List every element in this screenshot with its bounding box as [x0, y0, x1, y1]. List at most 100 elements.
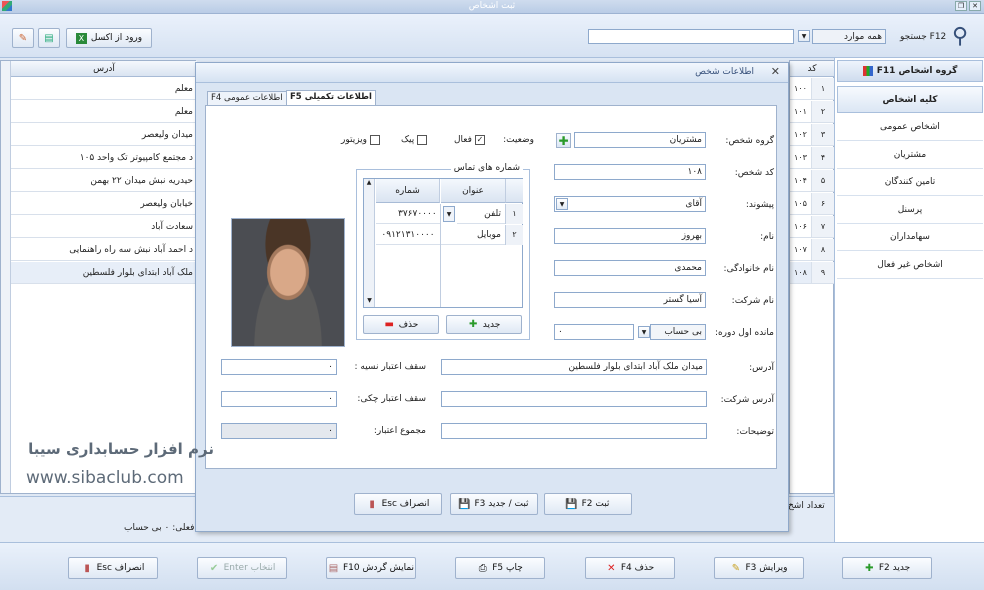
exit-button[interactable]: انصراف Esc ▮: [68, 557, 158, 579]
phone-title-header[interactable]: عنوان: [441, 179, 505, 203]
phone-number-cell[interactable]: ۳۷۶۷۰۰۰۰: [376, 204, 440, 224]
peak-checkbox[interactable]: پیک: [401, 135, 428, 145]
table-row-selected[interactable]: ملک آباد ابتدای بلوار فلسطین: [11, 262, 197, 284]
tab-extra[interactable]: اطلاعات تکمیلی F5: [286, 90, 376, 105]
phone-number-header[interactable]: شماره: [376, 179, 440, 203]
code-field[interactable]: ۱۰۸: [554, 164, 706, 180]
table-row[interactable]: ۱۰۴ ۵: [790, 170, 834, 192]
table-row[interactable]: ۱۰۷ ۸: [790, 239, 834, 261]
table-row[interactable]: معلم: [11, 101, 197, 123]
check-credit-field[interactable]: ۰: [221, 391, 337, 407]
maximize-button[interactable]: ❐: [955, 1, 967, 11]
add-phone-button[interactable]: جدید ✚: [446, 315, 522, 334]
company-address-label: آدرس شرکت:: [720, 395, 774, 405]
group-item-shareholders[interactable]: سهامداران: [837, 224, 983, 251]
edit-person-button[interactable]: ویرایش F3 ✎: [714, 557, 804, 579]
watermark-url: www.sibaclub.com: [26, 468, 184, 488]
add-phone-label: جدید: [482, 319, 501, 330]
group-item-inactive[interactable]: اشخاص غیر فعال: [837, 252, 983, 279]
delete-phone-button[interactable]: حذف ▬: [363, 315, 439, 334]
active-label: فعال: [454, 135, 472, 145]
address-field[interactable]: میدان ملک آباد ابتدای بلوار فلسطین: [441, 359, 707, 375]
company-address-field[interactable]: [441, 391, 707, 407]
table-row[interactable]: د مجتمع کامپیوتر تک واحد ۱۰۵: [11, 147, 197, 169]
table-row[interactable]: ۱۰۲ ۳: [790, 124, 834, 146]
dialog-close-icon[interactable]: ✕: [771, 65, 780, 78]
cancel-button[interactable]: انصراف Esc ▮: [354, 493, 442, 515]
phone-number-cell[interactable]: ۰۹۱۲۱۳۱۰۰۰۰: [376, 225, 440, 245]
visitor-checkbox[interactable]: ویزیتور: [341, 135, 381, 145]
table-row[interactable]: سعادت آباد: [11, 216, 197, 238]
code-column-header[interactable]: کد: [790, 61, 834, 77]
phone-title-cell[interactable]: تلفن: [457, 204, 505, 224]
search-label: جستجو F12: [900, 32, 947, 42]
grid-scrollbar[interactable]: [1, 61, 11, 493]
group-label: گروه شخص:: [725, 136, 774, 146]
delete-x-icon: ✕: [607, 562, 616, 574]
search-icon[interactable]: ⚲: [952, 24, 968, 49]
balance-type-select[interactable]: بی حساب: [650, 324, 706, 340]
settings-tool-button[interactable]: ✎: [12, 28, 34, 48]
prefix-select[interactable]: آقای: [554, 196, 706, 212]
close-button[interactable]: ✕: [969, 1, 981, 11]
cancel-label: انصراف Esc: [381, 499, 430, 509]
balance-type-dropdown-arrow[interactable]: ▼: [638, 326, 650, 338]
active-checkbox[interactable]: ✓ فعال: [454, 135, 485, 145]
visitor-label: ویزیتور: [341, 135, 368, 145]
card-tool-button[interactable]: ▤: [38, 28, 60, 48]
group-item-all[interactable]: کلیه اشخاص: [837, 86, 983, 113]
top-toolbar: ✎ ▤ ورود از اکسل X ▼ همه موارد جستجو F12…: [0, 14, 984, 58]
group-field[interactable]: مشتریان: [574, 132, 706, 148]
table-row[interactable]: ۱۰۱ ۲: [790, 101, 834, 123]
notes-field[interactable]: [441, 423, 707, 439]
show-turnover-button[interactable]: نمایش گردش F10 ▤: [326, 557, 416, 579]
table-row[interactable]: ۱۰۳ ۴: [790, 147, 834, 169]
family-field[interactable]: محمدی: [554, 260, 706, 276]
group-item-suppliers[interactable]: تامین کنندگان: [837, 169, 983, 196]
table-row[interactable]: ۱۰۵ ۶: [790, 193, 834, 215]
person-groups-header[interactable]: گروه اشخاص F11: [837, 60, 983, 82]
group-item-staff[interactable]: پرسنل: [837, 197, 983, 224]
check-credit-label: سقف اعتبار چکی:: [357, 394, 426, 404]
filter-select[interactable]: همه موارد: [812, 29, 886, 44]
add-group-icon[interactable]: ✚: [556, 133, 571, 148]
select-button[interactable]: انتخاب Enter ✔: [197, 557, 287, 579]
table-row[interactable]: معلم: [11, 78, 197, 100]
name-field[interactable]: بهروز: [554, 228, 706, 244]
group-item-customers[interactable]: مشتریان: [837, 142, 983, 169]
prefix-dropdown-arrow[interactable]: ▼: [556, 198, 568, 210]
table-row-selected[interactable]: ۱۰۸ ۹: [790, 262, 834, 284]
table-row[interactable]: حیدریه نبش میدان ۲۲ بهمن: [11, 170, 197, 192]
code-cell: ۱۰۳: [790, 147, 812, 168]
print-button[interactable]: چاپ F5 ⎙: [455, 557, 545, 579]
company-field[interactable]: آسیا گستر: [554, 292, 706, 308]
save-button[interactable]: ثبت F2 💾: [544, 493, 632, 515]
person-photo[interactable]: [231, 218, 345, 347]
delete-person-button[interactable]: حذف F4 ✕: [585, 557, 675, 579]
save-new-button[interactable]: ثبت / جدید F3 💾: [450, 493, 538, 515]
save-new-icon: 💾: [458, 498, 471, 510]
new-person-button[interactable]: جدید F2 ✚: [842, 557, 932, 579]
person-groups-title: گروه اشخاص F11: [876, 66, 958, 76]
phone-type-dropdown-arrow[interactable]: ▼: [443, 206, 455, 222]
exit-door-icon: ▮: [84, 562, 90, 574]
opening-balance-label: مانده اول دوره:: [714, 328, 774, 338]
phones-scrollbar[interactable]: ▲: [364, 179, 375, 307]
table-row[interactable]: میدان ولیعصر: [11, 124, 197, 146]
table-row[interactable]: خیابان ولیعصر: [11, 193, 197, 215]
table-row[interactable]: ۱۰۶ ۷: [790, 216, 834, 238]
filter-dropdown-arrow[interactable]: ▼: [798, 30, 810, 42]
exit-door-icon: ▮: [369, 498, 375, 510]
table-row[interactable]: ۱۰۰ ۱: [790, 78, 834, 100]
group-item-public[interactable]: اشخاص عمومی: [837, 114, 983, 141]
phone-title-cell[interactable]: موبایل: [441, 225, 505, 245]
search-input[interactable]: [588, 29, 794, 44]
table-row[interactable]: د احمد آباد نبش سه راه راهنمایی: [11, 239, 197, 261]
current-balance-label: فعلی: ۰ بی حساب: [124, 523, 195, 533]
tab-general[interactable]: اطلاعات عمومی F4: [207, 91, 287, 105]
address-column-header[interactable]: آدرس: [11, 61, 197, 77]
scroll-down-arrow-icon[interactable]: ▼: [364, 297, 375, 307]
opening-balance-field[interactable]: ۰: [554, 324, 634, 340]
import-excel-button[interactable]: ورود از اکسل X: [66, 28, 152, 48]
credit-limit-field[interactable]: ۰: [221, 359, 337, 375]
